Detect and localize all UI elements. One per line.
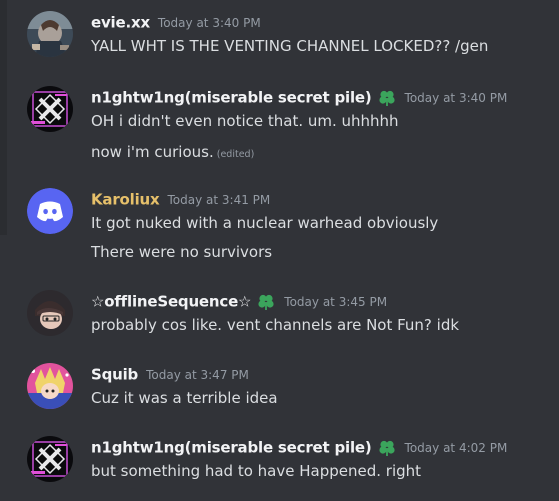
message-text: now i'm curious. (edited) (91, 141, 254, 166)
timestamp[interactable]: Today at 3:40 PM (158, 16, 261, 30)
message-text: It got nuked with a nuclear warhead obvi… (91, 214, 439, 232)
timestamp[interactable]: Today at 3:41 PM (168, 193, 271, 207)
four-leaf-clover-icon[interactable] (377, 88, 397, 108)
avatar[interactable] (27, 363, 73, 409)
message-header: Karoliux Today at 3:41 PM (91, 188, 270, 210)
username[interactable]: n1ghtw1ng(miserable secret pile) (91, 89, 372, 107)
username[interactable]: Karoliux (91, 191, 160, 209)
timestamp[interactable]: Today at 3:45 PM (284, 295, 387, 309)
username[interactable]: Squib (91, 366, 138, 384)
message-text: There were no survivors (91, 243, 273, 261)
scrollbar[interactable] (0, 0, 7, 235)
timestamp[interactable]: Today at 4:02 PM (405, 441, 508, 455)
message-header: n1ghtw1ng(miserable secret pile) Today a… (91, 436, 507, 458)
message-header: n1ghtw1ng(miserable secret pile) Today a… (91, 86, 507, 108)
message-header: Squib Today at 3:47 PM (91, 363, 249, 385)
message-header: ☆offlineSequence☆ Today at 3:45 PM (91, 290, 387, 312)
message-header: evie.xx Today at 3:40 PM (91, 11, 261, 33)
username[interactable]: ☆offlineSequence☆ (91, 293, 251, 311)
four-leaf-clover-icon[interactable] (377, 438, 397, 458)
avatar[interactable] (27, 436, 73, 482)
username[interactable]: evie.xx (91, 14, 150, 32)
avatar[interactable] (27, 290, 73, 336)
message-text: YALL WHT IS THE VENTING CHANNEL LOCKED??… (91, 37, 489, 55)
timestamp[interactable]: Today at 3:40 PM (405, 91, 508, 105)
avatar[interactable] (27, 11, 73, 57)
timestamp[interactable]: Today at 3:47 PM (146, 368, 249, 382)
avatar[interactable] (27, 188, 73, 234)
chat-message-list: evie.xx Today at 3:40 PM YALL WHT IS THE … (0, 0, 559, 501)
message-text: Cuz it was a terrible idea (91, 389, 278, 407)
message-text: but something had to have Happened. righ… (91, 462, 422, 480)
username[interactable]: n1ghtw1ng(miserable secret pile) (91, 439, 372, 457)
four-leaf-clover-icon[interactable] (256, 292, 276, 312)
edited-label: (edited) (216, 149, 255, 160)
avatar[interactable] (27, 86, 73, 132)
message-text: probably cos like. vent channels are Not… (91, 316, 460, 334)
message-text: OH i didn't even notice that. um. uhhhhh (91, 112, 399, 130)
message-text-content: now i'm curious. (91, 143, 214, 161)
